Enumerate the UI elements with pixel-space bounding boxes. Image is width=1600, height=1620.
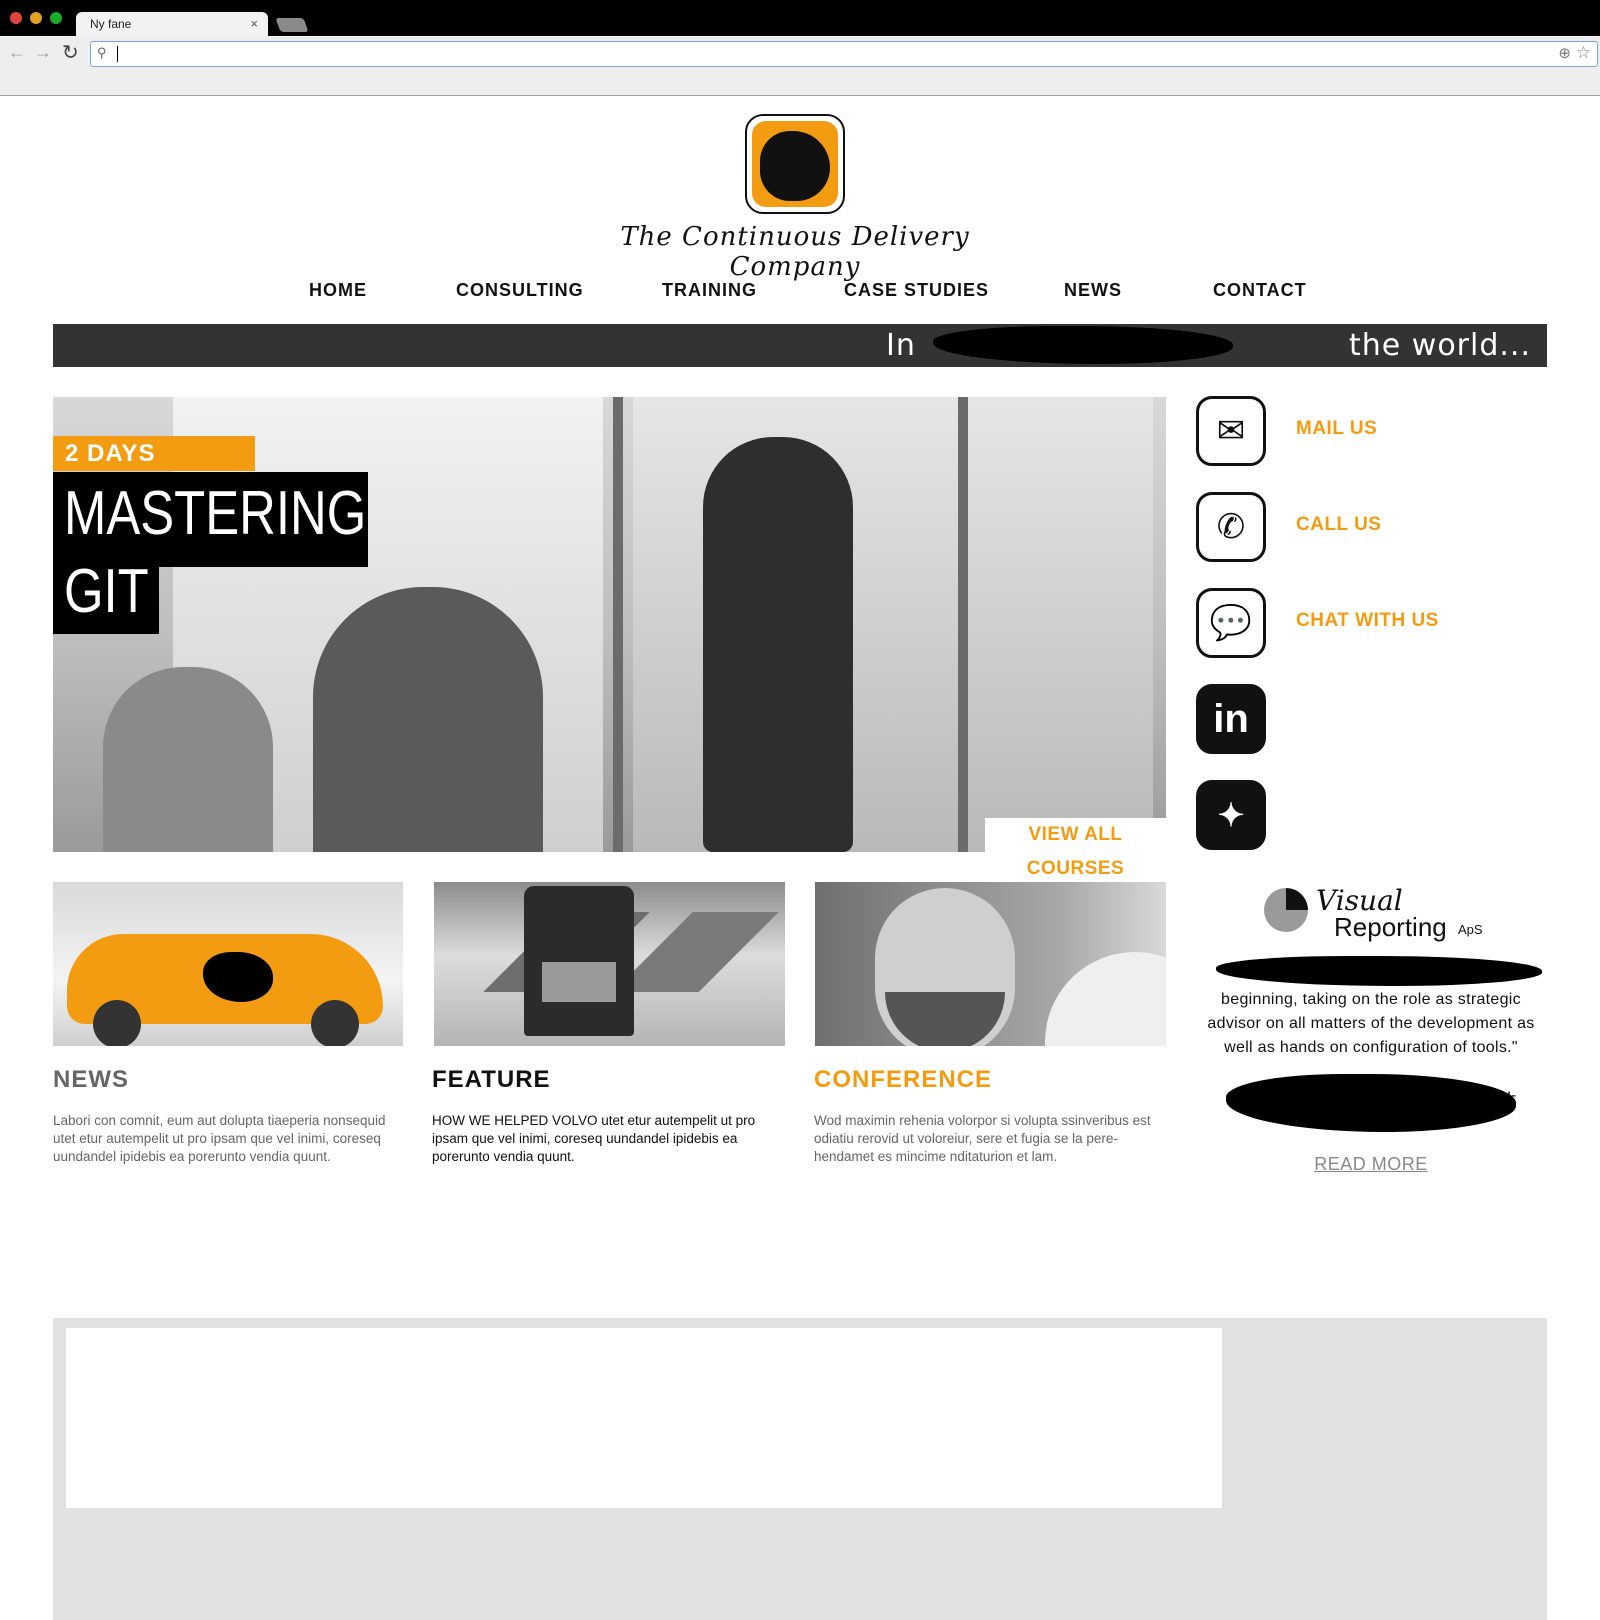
bird-glyph: ✦ — [1217, 797, 1245, 833]
nav-home[interactable]: HOME — [309, 280, 367, 301]
car-wheel — [311, 1000, 359, 1046]
mail-icon[interactable]: ✉ — [1196, 396, 1266, 466]
tab-close-icon[interactable]: × — [250, 12, 258, 36]
slogan-end: the world... — [1349, 328, 1531, 363]
news-card-text: Labori con comnit, eum aut dolupta tiaep… — [53, 1113, 386, 1164]
conference-image[interactable] — [815, 882, 1166, 1046]
volvo-truck — [524, 886, 634, 1036]
truck-grille — [542, 962, 616, 1002]
nav-training[interactable]: TRAINING — [662, 280, 757, 301]
logo-word-reporting: Reporting — [1334, 912, 1447, 942]
back-arrow-icon[interactable]: ← — [8, 42, 26, 63]
window-frame — [958, 397, 968, 852]
phone-icon[interactable]: ✆ — [1196, 492, 1266, 562]
news-image[interactable] — [53, 882, 403, 1046]
nav-contact[interactable]: CONTACT — [1213, 280, 1307, 301]
close-window-button[interactable] — [10, 12, 22, 24]
chat-icon[interactable]: 💬 — [1196, 588, 1266, 658]
standing-presenter — [703, 437, 853, 852]
site-logo[interactable] — [745, 114, 845, 214]
browser-toolbar: ← → ↻ ⚲ ⊕ ☆ — [0, 36, 1600, 96]
nav-case-studies[interactable]: CASE STUDIES — [844, 280, 989, 301]
slogan-start: In — [886, 328, 916, 363]
nav-news[interactable]: NEWS — [1064, 280, 1122, 301]
slogan-banner: In the world... — [53, 324, 1547, 367]
pie-chart-icon — [1264, 888, 1308, 932]
feature-card-text: HOW WE HELPED VOLVO utet etur autempelit… — [432, 1113, 756, 1164]
conference-card-text: Wod maximin rehenia volorpor si volupta … — [814, 1113, 1151, 1164]
feature-image[interactable] — [434, 882, 785, 1046]
read-more-link[interactable]: READ MORE — [1196, 1154, 1546, 1175]
linkedin-glyph: in — [1213, 696, 1249, 741]
tab-title: Ny fane — [90, 17, 132, 31]
envelope-glyph: ✉ — [1216, 412, 1246, 450]
course-title-line1: MASTERING — [64, 479, 367, 548]
zoom-icon[interactable]: ⊕ — [1558, 44, 1571, 62]
seated-man — [103, 667, 273, 852]
search-icon: ⚲ — [97, 45, 107, 60]
feature-card-title[interactable]: FEATURE — [432, 1066, 551, 1094]
speech-bubble-glyph: 💬 — [1209, 604, 1253, 642]
course-title-line2: GIT — [64, 557, 149, 626]
minimize-window-button[interactable] — [30, 12, 42, 24]
view-all-courses-link[interactable]: VIEW ALL COURSES — [985, 818, 1166, 879]
conference-card-title[interactable]: CONFERENCE — [814, 1066, 992, 1094]
visual-reporting-logo: Visual Reporting ApS — [1262, 884, 1483, 944]
browser-titlebar: Ny fane × — [0, 0, 1600, 36]
footer-content-box — [66, 1328, 1222, 1508]
footer — [53, 1318, 1547, 1620]
address-bar[interactable]: ⚲ ⊕ ☆ — [90, 41, 1598, 67]
seated-woman — [313, 587, 543, 852]
chat-with-us-link[interactable]: CHAT WITH US — [1296, 610, 1439, 632]
forward-arrow-icon[interactable]: → — [34, 42, 52, 63]
text-caret — [117, 46, 118, 62]
window-frame — [613, 397, 623, 852]
logo-word-aps: ApS — [1458, 922, 1483, 937]
phone-glyph: ✆ — [1216, 508, 1246, 546]
quote-body: beginning, taking on the role as strateg… — [1207, 991, 1535, 1056]
logo-emblem — [752, 121, 838, 207]
linkedin-icon[interactable]: in — [1196, 684, 1266, 754]
nav-consulting[interactable]: CONSULTING — [456, 280, 584, 301]
twitter-icon[interactable]: ✦ — [1196, 780, 1266, 850]
maximize-window-button[interactable] — [50, 12, 62, 24]
browser-tab[interactable]: Ny fane × — [76, 12, 268, 36]
main-navigation: HOME CONSULTING TRAINING CASE STUDIES NE… — [0, 280, 1600, 310]
site-tagline: The Continuous Delivery Company — [620, 222, 970, 282]
car-wheel — [93, 1000, 141, 1046]
blurred-foreground — [1045, 952, 1166, 1046]
call-us-link[interactable]: CALL US — [1296, 514, 1381, 536]
reload-icon[interactable]: ↻ — [62, 40, 79, 65]
new-tab-button[interactable] — [275, 18, 309, 32]
news-card-title[interactable]: NEWS — [53, 1066, 129, 1094]
bookmark-star-icon[interactable]: ☆ — [1576, 43, 1591, 63]
logo-mark — [760, 131, 830, 201]
course-duration-badge: 2 DAYS COURSE — [53, 436, 255, 502]
mail-us-link[interactable]: MAIL US — [1296, 418, 1377, 440]
